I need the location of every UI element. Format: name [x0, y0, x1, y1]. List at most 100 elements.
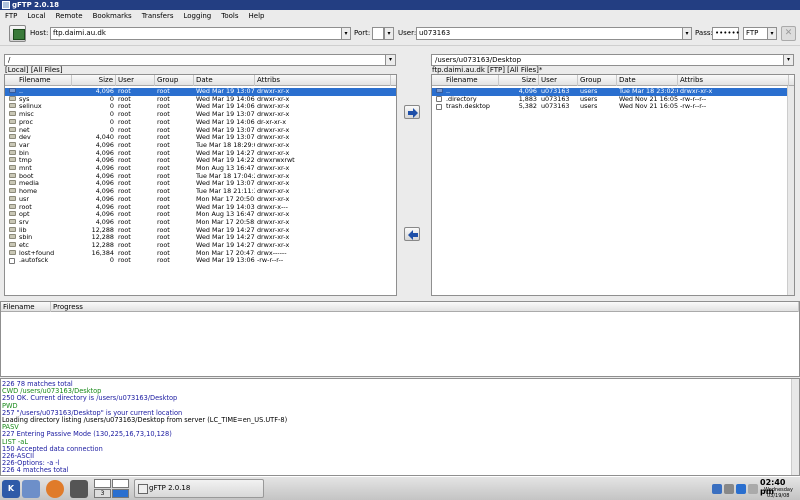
- remote-scrollbar[interactable]: [787, 86, 794, 295]
- transfer-col-filename[interactable]: Filename: [1, 302, 51, 312]
- folder-icon: [9, 226, 16, 232]
- protocol-dropdown[interactable]: ▾: [767, 27, 777, 40]
- remote-path-combo[interactable]: /users/u073163/Desktop ▾: [431, 54, 794, 66]
- clipboard-icon[interactable]: [748, 484, 758, 494]
- pager-desktop-1[interactable]: [94, 479, 111, 488]
- table-row[interactable]: etc 12,288 root root Wed Mar 19 14:27:5 drwxr…: [5, 242, 396, 250]
- pager-desktop-3[interactable]: 3: [94, 489, 111, 498]
- table-row[interactable]: .directory 1,883 u073163 users Wed Nov 21 16…: [432, 96, 794, 104]
- connect-icon[interactable]: [9, 25, 26, 42]
- table-row[interactable]: home 4,096 root root Tue Mar 18 21:11:3 drwxr…: [5, 188, 396, 196]
- table-row[interactable]: selinux 0 root root Wed Mar 19 14:06:3 drwxr-…: [5, 103, 396, 111]
- pager-desktop-2[interactable]: [112, 479, 129, 488]
- table-row[interactable]: .. 4,096 u073163 users Tue Mar 18 23:02:0 drw…: [432, 88, 794, 96]
- home-icon[interactable]: [22, 480, 40, 498]
- pass-input[interactable]: ••••••: [712, 27, 740, 40]
- col-filename[interactable]: Filename: [432, 75, 499, 86]
- menu-remote[interactable]: Remote: [51, 12, 88, 20]
- cell-name: proc: [19, 118, 33, 126]
- col-user[interactable]: User: [539, 75, 578, 86]
- port-dropdown[interactable]: ▾: [384, 27, 394, 40]
- download-button[interactable]: [404, 227, 420, 241]
- cell-name: usr: [19, 195, 30, 203]
- host-input[interactable]: ftp.daimi.au.dk: [50, 27, 346, 40]
- kmenu-icon[interactable]: K: [2, 480, 20, 498]
- menu-logging[interactable]: Logging: [178, 12, 216, 20]
- table-row[interactable]: trash.desktop 5,382 u073163 users Wed Nov 21…: [432, 103, 794, 111]
- col-date[interactable]: Date: [194, 75, 255, 86]
- stop-icon[interactable]: ✕: [781, 26, 796, 41]
- menu-help[interactable]: Help: [244, 12, 270, 20]
- table-row[interactable]: usr 4,096 root root Mon Mar 17 20:50:5 drwxr-…: [5, 195, 396, 204]
- cell-size: 5,382: [518, 103, 537, 111]
- cell-group: users: [580, 95, 598, 103]
- col-filename[interactable]: Filename: [5, 75, 72, 86]
- folder-icon: [9, 103, 16, 109]
- log-scrollbar[interactable]: [791, 379, 799, 475]
- col-attribs[interactable]: Attribs: [678, 75, 789, 86]
- table-row[interactable]: opt 4,096 root root Mon Aug 13 16:47:5 drwxr-…: [5, 211, 396, 219]
- col-date[interactable]: Date: [617, 75, 678, 86]
- col-user[interactable]: User: [116, 75, 155, 86]
- menu-bookmarks[interactable]: Bookmarks: [88, 12, 137, 20]
- col-group[interactable]: Group: [578, 75, 617, 86]
- table-row[interactable]: proc 0 root root Wed Mar 19 14:06:3 dr-xr-xr-…: [5, 118, 396, 127]
- menu-transfers[interactable]: Transfers: [137, 12, 179, 20]
- table-row[interactable]: dev 4,040 root root Wed Mar 19 13:07:3 drwxr-…: [5, 134, 396, 142]
- table-row[interactable]: media 4,096 root root Wed Mar 19 13:07:3 drwx…: [5, 180, 396, 188]
- cell-size: 4,096: [95, 165, 114, 172]
- transfer-col-progress[interactable]: Progress: [51, 302, 799, 312]
- col-size[interactable]: Size: [72, 75, 116, 86]
- transfer-queue[interactable]: Filename Progress: [0, 301, 800, 377]
- network-icon[interactable]: [712, 484, 722, 494]
- table-row[interactable]: sbin 12,288 root root Wed Mar 19 14:27:5 drwx…: [5, 234, 396, 242]
- table-row[interactable]: lost+found 16,384 root root Mon Mar 17 20:47…: [5, 249, 396, 258]
- printer-icon[interactable]: [724, 484, 734, 494]
- firefox-icon[interactable]: [46, 480, 64, 498]
- table-row[interactable]: boot 4,096 root root Tue Mar 18 17:04:2 drwxr…: [5, 172, 396, 181]
- col-group[interactable]: Group: [155, 75, 194, 86]
- pager-desktop-4[interactable]: [112, 489, 129, 498]
- table-row[interactable]: sys 0 root root Wed Mar 19 14:06:3 drwxr-xr-x: [5, 95, 396, 104]
- chevron-down-icon[interactable]: ▾: [783, 55, 793, 65]
- table-row[interactable]: misc 0 root root Wed Mar 19 13:07:0 drwxr-xr-…: [5, 111, 396, 119]
- upload-button[interactable]: [404, 105, 420, 119]
- table-row[interactable]: .. 4,096 root root Wed Mar 19 13:07:0 drwxr-x…: [5, 88, 396, 96]
- cell-size: 4,096: [95, 203, 114, 211]
- port-input[interactable]: [372, 27, 384, 40]
- terminal-icon[interactable]: [70, 480, 88, 498]
- table-row[interactable]: mnt 4,096 root root Mon Aug 13 16:47:5 drwxr-…: [5, 165, 396, 173]
- table-row[interactable]: lib 12,288 root root Wed Mar 19 14:27:5 drwxr…: [5, 226, 396, 235]
- menu-local[interactable]: Local: [22, 12, 50, 20]
- menu-tools[interactable]: Tools: [216, 12, 243, 20]
- cell-user: root: [118, 165, 131, 172]
- chevron-down-icon[interactable]: ▾: [385, 55, 395, 65]
- cell-date: Mon Aug 13 16:47:5: [196, 211, 255, 219]
- log-view[interactable]: 226 78 matches total CWD /users/u073163/D…: [0, 378, 800, 476]
- col-attribs[interactable]: Attribs: [255, 75, 391, 86]
- user-dropdown[interactable]: ▾: [682, 27, 692, 40]
- task-gftp[interactable]: gFTP 2.0.18: [134, 479, 264, 498]
- host-dropdown[interactable]: ▾: [341, 27, 351, 40]
- table-row[interactable]: var 4,096 root root Tue Mar 18 18:29:0 drwxr-…: [5, 141, 396, 150]
- table-row[interactable]: .autofsck 0 root root Wed Mar 19 13:06:5 -rw-…: [5, 257, 396, 265]
- cell-group: users: [580, 88, 598, 95]
- local-path-combo[interactable]: / ▾: [4, 54, 396, 66]
- table-row[interactable]: srv 4,096 root root Mon Mar 17 20:58:0 drwxr-…: [5, 218, 396, 227]
- bluetooth-icon[interactable]: [736, 484, 746, 494]
- folder-icon: [9, 172, 16, 178]
- cell-attribs: drwxr-xr-x: [680, 88, 713, 95]
- menu-ftp[interactable]: FTP: [0, 12, 22, 20]
- remote-file-list[interactable]: Filename Size User Group Date Attribs ..…: [431, 74, 795, 296]
- table-row[interactable]: root 4,096 root root Wed Mar 19 14:03:3 drwxr…: [5, 203, 396, 212]
- desktop-pager[interactable]: 3: [94, 479, 130, 499]
- table-row[interactable]: net 0 root root Wed Mar 19 13:07:0 drwxr-xr-x: [5, 126, 396, 135]
- cell-name: boot: [19, 172, 34, 180]
- local-file-list[interactable]: Filename Size User Group Date Attribs ..…: [4, 74, 397, 296]
- col-size[interactable]: Size: [499, 75, 539, 86]
- table-row[interactable]: tmp 4,096 root root Wed Mar 19 14:22:3 drwxrw…: [5, 157, 396, 165]
- cell-user: u073163: [541, 88, 570, 95]
- user-input[interactable]: u073163: [416, 27, 684, 40]
- cell-attribs: drwxr-xr-x: [257, 165, 290, 172]
- table-row[interactable]: bin 4,096 root root Wed Mar 19 14:27:3 drwxr-…: [5, 149, 396, 158]
